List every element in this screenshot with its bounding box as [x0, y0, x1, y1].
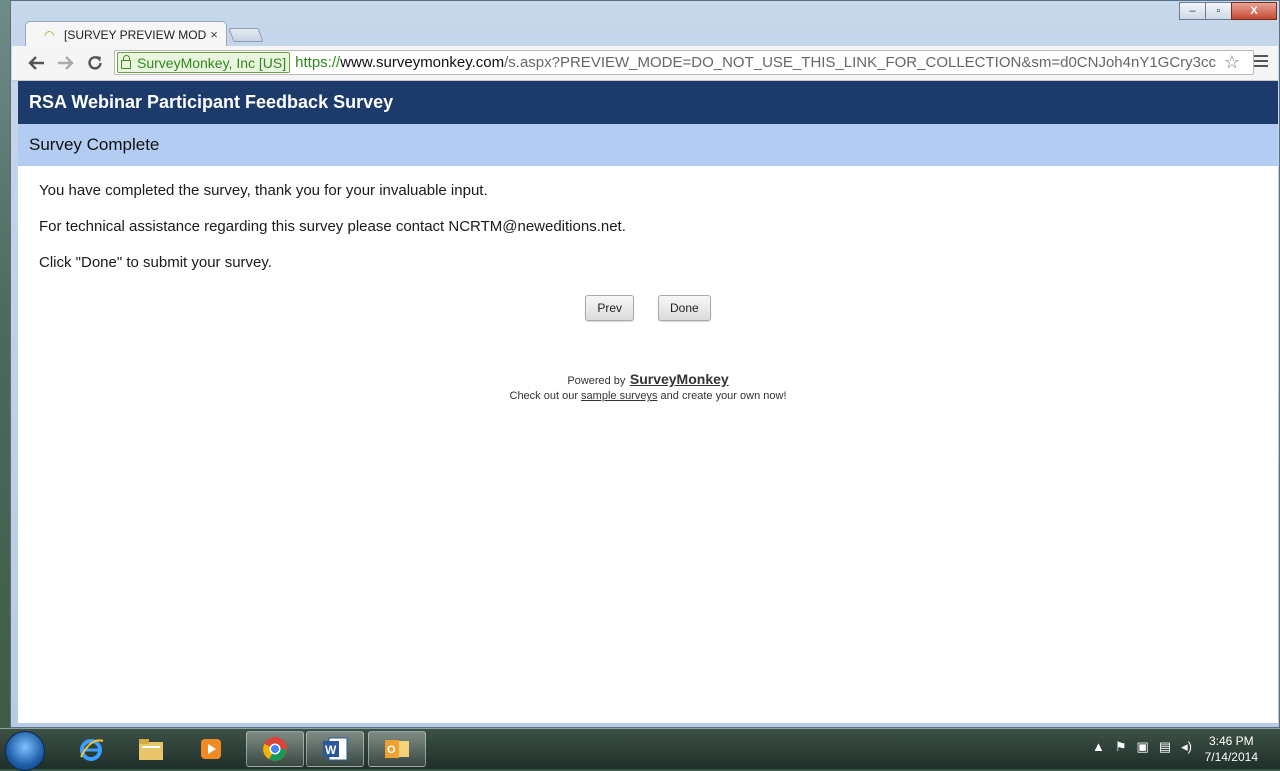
tab-close-icon[interactable]: × — [206, 27, 222, 42]
surveymonkey-favicon-icon: ◠ — [44, 27, 55, 42]
media-player-icon[interactable] — [182, 731, 240, 767]
bookmark-star-icon[interactable]: ☆ — [1224, 52, 1240, 73]
close-window-button[interactable]: X — [1231, 2, 1277, 20]
svg-text:O: O — [387, 744, 396, 756]
lock-icon — [121, 54, 131, 69]
clock-date: 7/14/2014 — [1204, 750, 1258, 764]
surveymonkey-link[interactable]: SurveyMonkey — [630, 371, 729, 387]
ev-label: SurveyMonkey, Inc [US] — [137, 54, 287, 71]
start-button[interactable] — [5, 731, 45, 771]
reload-icon[interactable] — [84, 52, 106, 74]
device-icon[interactable]: ▣ — [1137, 739, 1149, 755]
section-title: Survey Complete — [18, 124, 1278, 166]
chrome-menu-icon[interactable] — [1254, 55, 1268, 70]
url-scheme: https:// — [295, 54, 341, 71]
powered-by-footer: Powered by SurveyMonkey Check out our sa… — [18, 371, 1278, 402]
clock-time: 3:46 PM — [1208, 734, 1254, 748]
instruction-text: Click "Done" to submit your survey. — [39, 254, 272, 271]
check-out-prefix: Check out our — [509, 390, 578, 402]
windows-taskbar: W O ▲ ⚑ ▣ ▤ ◂) 3:46 PM 7/14/2014 — [0, 728, 1280, 771]
window-controls: ‒ ▫ X — [1179, 2, 1277, 20]
tab-title: [SURVEY PREVIEW MODE] — [64, 27, 206, 42]
word-taskbar-icon[interactable]: W — [306, 731, 364, 767]
completion-message: You have completed the survey, thank you… — [18, 166, 1278, 271]
network-icon[interactable]: ▤ — [1159, 739, 1171, 755]
windows-explorer-icon[interactable] — [122, 731, 180, 767]
internet-explorer-icon[interactable] — [62, 731, 120, 767]
system-clock[interactable]: 3:46 PM 7/14/2014 — [1205, 733, 1258, 765]
check-out-suffix: and create your own now! — [660, 390, 787, 402]
ev-certificate-badge[interactable]: SurveyMonkey, Inc [US] — [117, 52, 291, 73]
survey-title: RSA Webinar Participant Feedback Survey — [18, 81, 1278, 124]
prev-button[interactable]: Prev — [585, 295, 634, 321]
browser-tab-active[interactable]: ◠ [SURVEY PREVIEW MODE] × — [25, 21, 227, 47]
action-center-flag-icon[interactable]: ⚑ — [1115, 739, 1127, 755]
volume-icon[interactable]: ◂) — [1181, 739, 1192, 755]
svg-text:W: W — [325, 743, 337, 757]
chrome-taskbar-icon[interactable] — [246, 731, 304, 767]
page-content: RSA Webinar Participant Feedback Survey … — [18, 81, 1278, 723]
forward-arrow-icon[interactable] — [54, 52, 76, 74]
minimize-button[interactable]: ‒ — [1179, 2, 1206, 20]
browser-window: ‒ ▫ X ◠ [SURVEY PREVIEW MODE] × SurveyMo… — [10, 0, 1280, 728]
done-button[interactable]: Done — [658, 295, 711, 321]
thank-you-text: You have completed the survey, thank you… — [39, 182, 488, 199]
system-tray: ▲ ⚑ ▣ ▤ ◂) — [1092, 739, 1192, 755]
new-tab-button[interactable] — [228, 28, 264, 42]
url-text: https://www.surveymonkey.com/s.aspx?PREV… — [295, 54, 1216, 71]
survey-navigation: Prev Done — [18, 295, 1278, 321]
url-host: www.surveymonkey.com — [340, 54, 505, 71]
url-path: /s.aspx?PREVIEW_MODE=DO_NOT_USE_THIS_LIN… — [504, 54, 1217, 71]
address-bar[interactable]: SurveyMonkey, Inc [US] https://www.surve… — [114, 50, 1254, 75]
outlook-taskbar-icon[interactable]: O — [368, 731, 426, 767]
show-hidden-icons-icon[interactable]: ▲ — [1092, 739, 1105, 755]
powered-by-text: Powered by — [567, 375, 626, 387]
sample-surveys-link[interactable]: sample surveys — [581, 390, 657, 402]
back-arrow-icon[interactable] — [26, 52, 48, 74]
browser-toolbar: SurveyMonkey, Inc [US] https://www.surve… — [12, 46, 1278, 81]
assistance-text: For technical assistance regarding this … — [39, 218, 626, 235]
maximize-button[interactable]: ▫ — [1205, 2, 1232, 20]
